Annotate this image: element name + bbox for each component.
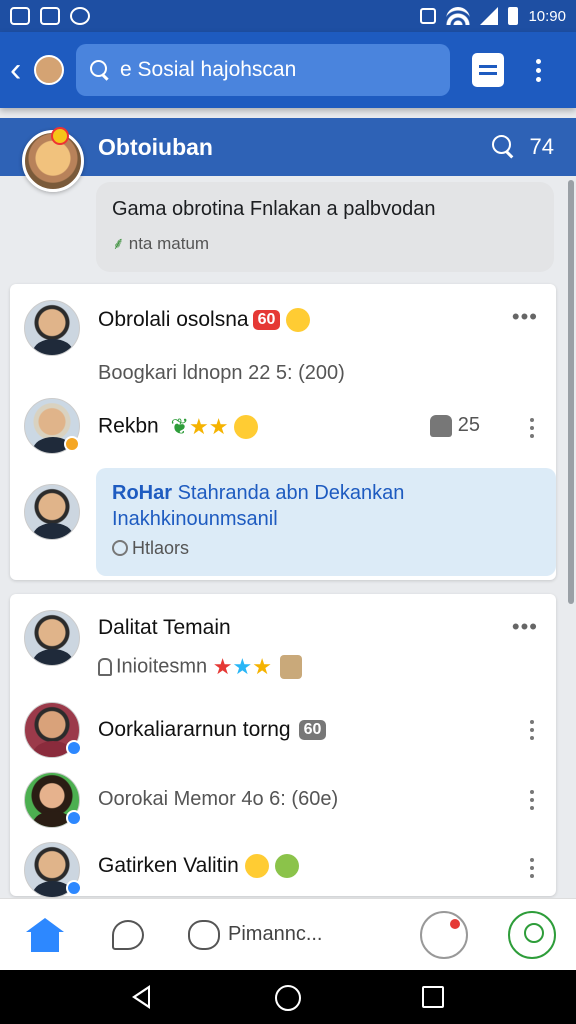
wifi-icon <box>446 7 471 25</box>
member-row-sub[interactable]: Oorokai Memor 4o 6: (60e) <box>98 788 338 811</box>
document-icon[interactable] <box>472 53 504 87</box>
system-nav <box>0 970 576 1024</box>
verified-badge <box>66 740 82 756</box>
heart-icon: ❦ <box>170 414 189 439</box>
more-vertical-icon[interactable] <box>530 720 534 740</box>
avatar[interactable] <box>24 484 80 540</box>
post-title[interactable]: Obrolali osolsna 60 <box>98 308 311 333</box>
scrollbar[interactable] <box>568 180 574 604</box>
reply-text-2: Inakhkinounmsanil <box>112 508 278 530</box>
post-subtitle: Boogkari ldnopn 22 5: (200) <box>98 362 345 384</box>
more-vertical-icon[interactable] <box>530 858 534 878</box>
bag-icon <box>279 655 302 679</box>
reaction-row[interactable]: Rekbn ❦★★ <box>98 414 259 440</box>
post-name: Obrolali osolsna <box>98 308 249 331</box>
location-icon <box>98 658 112 676</box>
vibrate-icon <box>420 8 437 24</box>
status-time: 10:90 <box>528 7 566 25</box>
people-icon <box>429 414 452 437</box>
card2-subtitle: Inioitesmn ★★★ <box>98 654 302 680</box>
search-text: e Sosial hajohscan <box>120 58 297 81</box>
online-badge <box>64 436 80 452</box>
leaf-icon: ⸙ <box>112 234 125 253</box>
star-icon: ★ <box>232 654 253 679</box>
star-icon: ★★ <box>188 414 229 439</box>
groups-tab[interactable]: Pimannc... <box>188 919 323 950</box>
member-name: Oorkaliararnun torng <box>98 718 291 741</box>
app-avatar[interactable] <box>34 55 64 85</box>
smile-emoji-icon <box>234 415 259 439</box>
avatar[interactable] <box>24 610 80 666</box>
group-title[interactable]: Obtoiuban <box>98 134 492 161</box>
group-search-icon[interactable] <box>491 135 516 159</box>
grin-emoji-icon <box>274 854 299 879</box>
reply-sub: Htlaors <box>112 538 540 559</box>
chat-icon[interactable] <box>112 919 144 950</box>
more-vertical-icon[interactable] <box>530 418 534 438</box>
system-recents-icon[interactable] <box>422 986 444 1008</box>
pinned-sub: ⸙ nta matum <box>112 231 538 254</box>
member-row[interactable]: Gatirken Valitin <box>98 854 299 879</box>
sync-icon <box>70 7 90 25</box>
avatar[interactable] <box>24 300 80 356</box>
bottom-nav: Pimannc... <box>0 898 576 970</box>
more-icon[interactable] <box>536 58 541 82</box>
verified-badge <box>66 810 82 826</box>
back-icon[interactable]: ‹ <box>10 53 32 87</box>
pinned-title: Gama obrotina Fnlakan a palbvodan <box>112 198 436 220</box>
system-home-icon[interactable] <box>275 985 301 1011</box>
groups-label: Pimannc... <box>228 923 323 945</box>
reaction-name: Rekbn <box>98 414 159 438</box>
smile-icon <box>112 540 128 556</box>
pinned-message[interactable]: Gama obrotina Fnlakan a palbvodan ⸙ nta m… <box>96 182 554 272</box>
pinned-sub-text: nta matum <box>128 234 210 253</box>
more-icon[interactable]: ••• <box>512 614 538 640</box>
signal-icon <box>480 7 499 25</box>
reaction-count-value: 25 <box>457 414 480 436</box>
member-name: Gatirken Valitin <box>98 854 239 877</box>
count-badge: 60 <box>252 310 281 331</box>
count-badge: 60 <box>298 720 327 741</box>
reply-author: RoHar <box>112 482 173 504</box>
search-icon <box>90 60 110 80</box>
reply-line-1: RoHar Stahranda abn Dekankan <box>112 480 540 506</box>
more-icon[interactable]: ••• <box>512 304 538 330</box>
verified-badge <box>66 880 82 896</box>
search-input[interactable]: e Sosial hajohscan <box>76 44 450 96</box>
system-back-icon[interactable] <box>132 985 150 1009</box>
app-bar: ‹ e Sosial hajohscan <box>0 32 576 108</box>
smile-emoji-icon <box>286 308 311 333</box>
group-count: 74 <box>529 134 554 159</box>
member-row[interactable]: Oorkaliararnun torng 60 <box>98 718 327 742</box>
reply-text-1: Stahranda abn Dekankan <box>177 482 405 504</box>
post-card: Obrolali osolsna 60 ••• Boogkari ldnopn 2… <box>10 284 556 580</box>
group-card: Dalitat Temain ••• Inioitesmn ★★★ Oorkal… <box>10 594 556 898</box>
notifications-icon[interactable] <box>420 910 468 959</box>
groups-icon <box>188 919 220 950</box>
home-icon[interactable] <box>26 917 64 952</box>
group-avatar[interactable] <box>22 127 84 192</box>
status-bar: 10:90 <box>0 0 576 32</box>
profile-icon[interactable] <box>508 910 556 959</box>
image-icon <box>40 7 60 25</box>
status-left-icons <box>10 7 90 25</box>
smile-emoji-icon <box>244 854 269 879</box>
star-icon: ★ <box>252 654 272 679</box>
battery-icon <box>508 7 519 25</box>
group-header: Obtoiuban 74 <box>0 118 576 176</box>
more-vertical-icon[interactable] <box>530 790 534 810</box>
reply-bubble[interactable]: RoHar Stahranda abn Dekankan Inakhkinoun… <box>96 468 556 576</box>
reply-sub-text: Htlaors <box>132 538 190 558</box>
status-right-icons: 10:90 <box>420 7 566 25</box>
notification-icon <box>10 7 30 25</box>
card2-subtitle-text: Inioitesmn <box>116 655 208 678</box>
card2-title[interactable]: Dalitat Temain <box>98 616 231 640</box>
reaction-count: 25 <box>429 414 480 437</box>
star-icon: ★ <box>212 654 233 679</box>
